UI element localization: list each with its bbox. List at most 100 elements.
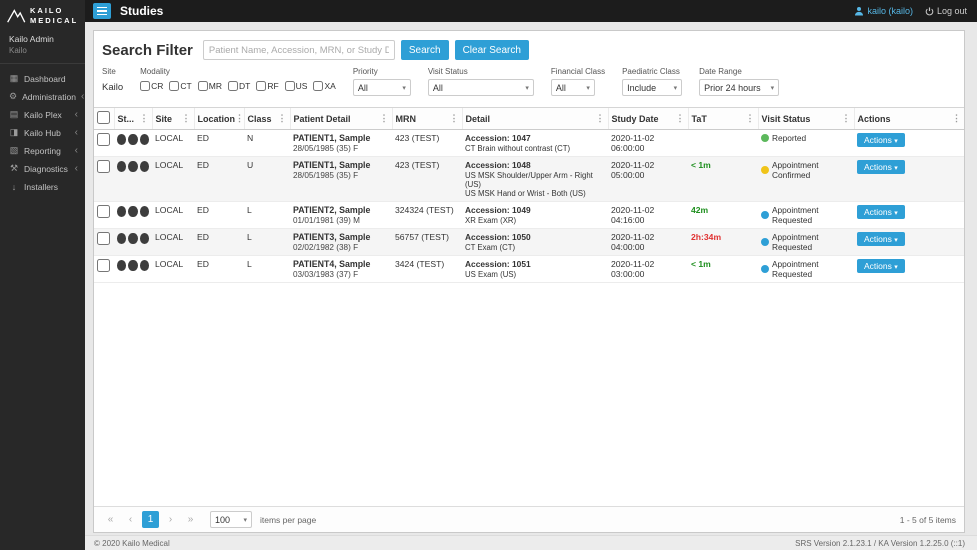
modality-checkbox-us[interactable]: US xyxy=(285,81,308,91)
paediatric-class-select[interactable]: Include▾ xyxy=(622,79,682,96)
modality-checkbox-cr[interactable]: CR xyxy=(140,81,163,91)
status-icon[interactable] xyxy=(128,260,137,271)
status-icon[interactable] xyxy=(128,206,137,217)
cell-site: LOCAL xyxy=(152,229,194,256)
row-actions-button[interactable]: Actions ▾ xyxy=(857,133,905,147)
detail-lines: US Exam (US) xyxy=(465,270,605,279)
main-content: Search Filter Search Clear Search Site K… xyxy=(85,22,977,535)
kailo-hub-icon: ◨ xyxy=(9,127,19,138)
detail-line: CT Brain without contrast (CT) xyxy=(465,144,605,153)
column-menu-icon[interactable]: ⋮ xyxy=(952,114,961,123)
row-actions-button[interactable]: Actions ▾ xyxy=(857,205,905,219)
row-checkbox[interactable] xyxy=(97,205,110,218)
column-header-visit-status[interactable]: Visit Status xyxy=(762,114,811,124)
priority-select[interactable]: All▾ xyxy=(353,79,411,96)
row-checkbox[interactable] xyxy=(97,232,110,245)
modality-checkbox-ct[interactable]: CT xyxy=(169,81,191,91)
column-menu-icon[interactable]: ⋮ xyxy=(842,114,851,123)
page-next-button[interactable]: › xyxy=(162,511,179,528)
sidebar-item-installers[interactable]: ↓Installers xyxy=(0,178,85,196)
date-range-select[interactable]: Prior 24 hours▾ xyxy=(699,79,779,96)
column-menu-icon[interactable]: ⋮ xyxy=(278,114,287,123)
row-actions-button[interactable]: Actions ▾ xyxy=(857,232,905,246)
cell-patient-detail: PATIENT1, Sample 28/05/1985 (35) F xyxy=(290,157,392,202)
modality-checkbox-input-ct[interactable] xyxy=(169,81,179,91)
modality-checkbox-input-rf[interactable] xyxy=(256,81,266,91)
status-icon[interactable] xyxy=(140,233,149,244)
page-number-button[interactable]: 1 xyxy=(142,511,159,528)
modality-checkbox-rf[interactable]: RF xyxy=(256,81,278,91)
cell-actions: Actions ▾ xyxy=(854,202,964,229)
sidebar-item-dashboard[interactable]: ▦Dashboard xyxy=(0,70,85,88)
menu-toggle-button[interactable] xyxy=(93,3,111,19)
page-first-button[interactable]: « xyxy=(102,511,119,528)
status-icon[interactable] xyxy=(117,161,126,172)
search-input[interactable] xyxy=(203,40,395,60)
row-actions-button[interactable]: Actions ▾ xyxy=(857,160,905,174)
modality-checkbox-mr[interactable]: MR xyxy=(198,81,222,91)
status-icon[interactable] xyxy=(128,161,137,172)
column-header-mrn[interactable]: MRN xyxy=(396,114,417,124)
column-menu-icon[interactable]: ⋮ xyxy=(380,114,389,123)
column-menu-icon[interactable]: ⋮ xyxy=(140,114,149,123)
column-menu-icon[interactable]: ⋮ xyxy=(182,114,191,123)
modality-checkbox-input-us[interactable] xyxy=(285,81,295,91)
modality-checkbox-input-mr[interactable] xyxy=(198,81,208,91)
column-menu-icon[interactable]: ⋮ xyxy=(235,114,244,123)
column-header-site[interactable]: Site xyxy=(156,114,173,124)
detail-lines: CT Brain without contrast (CT) xyxy=(465,144,605,153)
status-icon[interactable] xyxy=(140,206,149,217)
column-menu-icon[interactable]: ⋮ xyxy=(450,114,459,123)
column-header-patient-detail[interactable]: Patient Detail xyxy=(294,114,351,124)
column-header-tat[interactable]: TaT xyxy=(692,114,707,124)
sidebar-item-diagnostics[interactable]: ⚒Diagnostics‹ xyxy=(0,160,85,178)
row-checkbox[interactable] xyxy=(97,259,110,272)
row-checkbox[interactable] xyxy=(97,133,110,146)
financial-class-label: Financial Class xyxy=(551,67,605,76)
page-last-button[interactable]: » xyxy=(182,511,199,528)
modality-checkbox-input-dt[interactable] xyxy=(228,81,238,91)
column-header-status[interactable]: St... xyxy=(118,114,135,124)
status-icon[interactable] xyxy=(117,233,126,244)
visit-status-select[interactable]: All▾ xyxy=(428,79,534,96)
column-header-detail[interactable]: Detail xyxy=(466,114,491,124)
status-icon[interactable] xyxy=(140,134,149,145)
select-all-checkbox[interactable] xyxy=(97,111,110,124)
status-icon[interactable] xyxy=(117,260,126,271)
financial-class-select[interactable]: All▾ xyxy=(551,79,595,96)
sidebar-item-kailo-plex[interactable]: ▤Kailo Plex‹ xyxy=(0,106,85,124)
user-account-link[interactable]: kailo (kailo) xyxy=(854,6,913,16)
clear-search-button[interactable]: Clear Search xyxy=(455,40,529,60)
filter-site: Site Kailo xyxy=(102,67,123,93)
modality-checkbox-input-xa[interactable] xyxy=(313,81,323,91)
cell-site: LOCAL xyxy=(152,202,194,229)
logout-button[interactable]: Log out xyxy=(925,6,967,16)
column-menu-icon[interactable]: ⋮ xyxy=(676,114,685,123)
column-header-location[interactable]: Location xyxy=(198,114,236,124)
sidebar-item-reporting[interactable]: ▧Reporting‹ xyxy=(0,142,85,160)
status-icons xyxy=(117,232,149,244)
status-icon[interactable] xyxy=(117,206,126,217)
status-icon[interactable] xyxy=(140,260,149,271)
column-menu-icon[interactable]: ⋮ xyxy=(746,114,755,123)
column-header-study-date[interactable]: Study Date xyxy=(612,114,659,124)
row-checkbox[interactable] xyxy=(97,160,110,173)
modality-checkbox-input-cr[interactable] xyxy=(140,81,150,91)
row-actions-button[interactable]: Actions ▾ xyxy=(857,259,905,273)
filter-date-range: Date Range Prior 24 hours▾ xyxy=(699,67,779,96)
modality-checkbox-xa[interactable]: XA xyxy=(313,81,335,91)
column-header-actions[interactable]: Actions xyxy=(858,114,891,124)
status-icon[interactable] xyxy=(128,134,137,145)
page-prev-button[interactable]: ‹ xyxy=(122,511,139,528)
status-icon[interactable] xyxy=(117,134,126,145)
column-menu-icon[interactable]: ⋮ xyxy=(596,114,605,123)
search-button[interactable]: Search xyxy=(401,40,449,60)
sidebar-item-administration[interactable]: ⚙Administration‹ xyxy=(0,88,85,106)
page-size-select[interactable]: 100▾ xyxy=(210,511,252,528)
topbar: Studies kailo (kailo) Log out xyxy=(0,0,977,22)
status-icon[interactable] xyxy=(128,233,137,244)
sidebar-item-kailo-hub[interactable]: ◨Kailo Hub‹ xyxy=(0,124,85,142)
column-header-class[interactable]: Class xyxy=(248,114,272,124)
status-icon[interactable] xyxy=(140,161,149,172)
modality-checkbox-dt[interactable]: DT xyxy=(228,81,250,91)
